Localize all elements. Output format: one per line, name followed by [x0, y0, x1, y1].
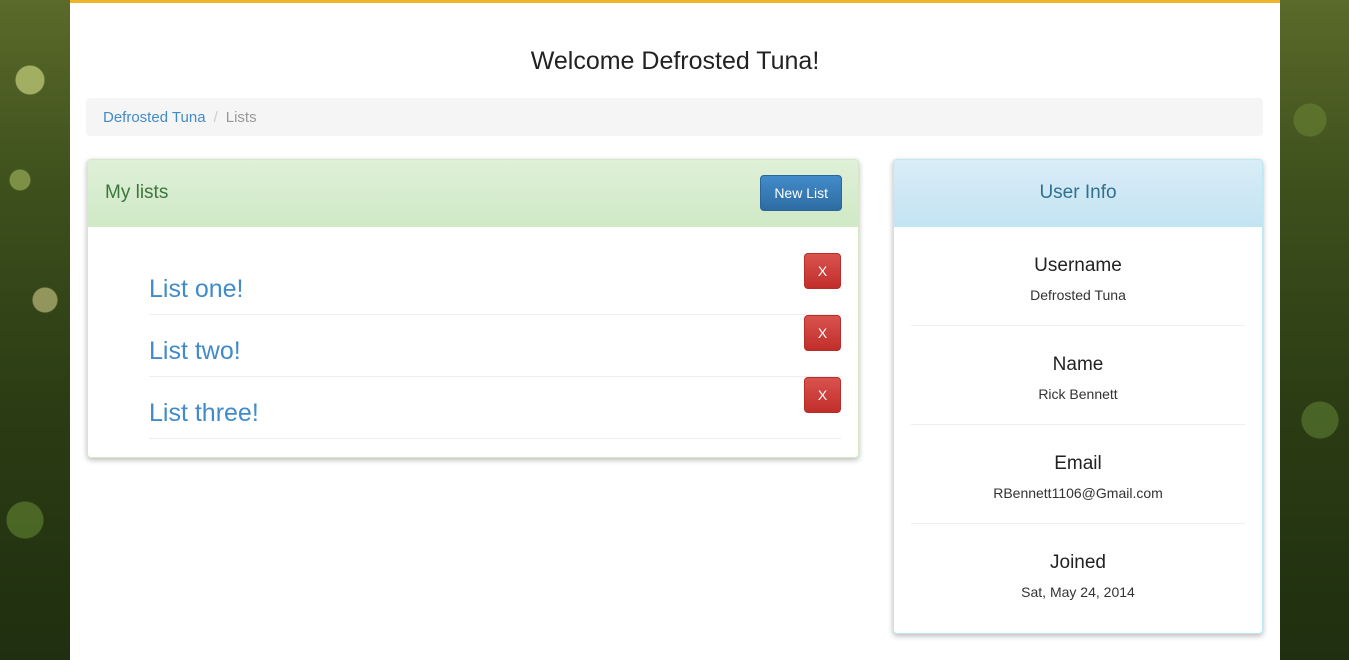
- list-item: List two! X: [149, 315, 841, 377]
- list-link-one[interactable]: List one!: [149, 275, 244, 314]
- user-info-body: Username Defrosted Tuna Name Rick Bennet…: [894, 227, 1262, 623]
- delete-list-one-button[interactable]: X: [804, 253, 841, 289]
- email-label: Email: [1054, 453, 1102, 474]
- breadcrumb: Defrosted Tuna / Lists: [86, 98, 1263, 136]
- email-value: RBennett1106@Gmail.com: [993, 485, 1163, 501]
- my-lists-title: My lists: [105, 182, 169, 203]
- breadcrumb-home-link[interactable]: Defrosted Tuna: [103, 109, 206, 126]
- list-item: List three! X: [149, 377, 841, 439]
- name-label: Name: [1052, 354, 1104, 375]
- user-info-title: User Info: [1039, 182, 1117, 203]
- page-title: Welcome Defrosted Tuna!: [530, 47, 820, 75]
- new-list-button[interactable]: New List: [760, 175, 842, 211]
- joined-value: Sat, May 24, 2014: [1021, 584, 1135, 600]
- user-info-username: Username Defrosted Tuna: [911, 227, 1245, 326]
- delete-list-two-button[interactable]: X: [804, 315, 841, 351]
- user-info-header: User Info: [894, 160, 1262, 227]
- user-info-joined: Joined Sat, May 24, 2014: [911, 524, 1245, 623]
- user-info-panel: User Info Username Defrosted Tuna Name R…: [893, 159, 1263, 634]
- lists-body: List one! X List two! X List three! X: [88, 227, 858, 439]
- breadcrumb-separator: /: [213, 108, 218, 126]
- delete-list-three-button[interactable]: X: [804, 377, 841, 413]
- name-value: Rick Bennett: [1038, 386, 1118, 402]
- my-lists-header: My lists New List: [88, 160, 858, 227]
- username-value: Defrosted Tuna: [1030, 287, 1126, 303]
- list-link-three[interactable]: List three!: [149, 399, 259, 438]
- list-link-two[interactable]: List two!: [149, 337, 241, 376]
- user-info-email: Email RBennett1106@Gmail.com: [911, 425, 1245, 524]
- username-label: Username: [1034, 255, 1122, 276]
- main-container: Welcome Defrosted Tuna! Defrosted Tuna /…: [70, 0, 1280, 660]
- user-info-name: Name Rick Bennett: [911, 326, 1245, 425]
- breadcrumb-current: Lists: [225, 108, 257, 126]
- my-lists-panel: My lists New List List one! X List two! …: [87, 159, 859, 458]
- joined-label: Joined: [1050, 552, 1106, 573]
- list-item: List one! X: [149, 253, 841, 315]
